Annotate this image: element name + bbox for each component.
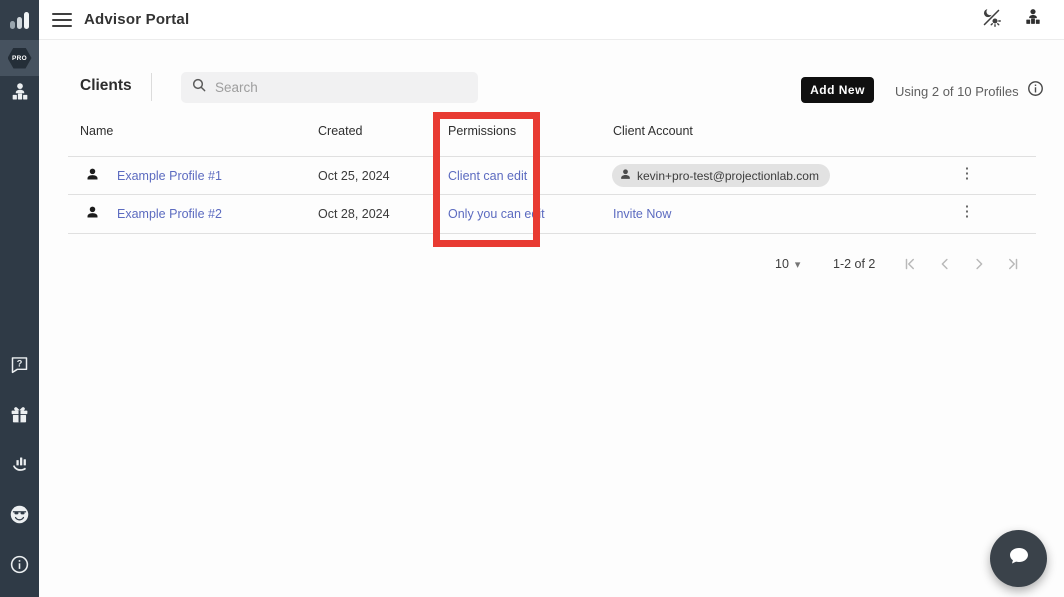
svg-text:?: ? xyxy=(17,358,23,368)
account-menu-button[interactable] xyxy=(1022,9,1044,31)
theme-light-dark-icon xyxy=(981,7,1002,33)
profile-name-link[interactable]: Example Profile #1 xyxy=(117,169,222,183)
profiles-usage: Using 2 of 10 Profiles xyxy=(895,80,1044,102)
main-content: Clients Add New Using 2 of 10 Profiles xyxy=(39,40,1064,597)
first-page-button[interactable] xyxy=(902,254,920,274)
profile-name-link[interactable]: Example Profile #2 xyxy=(117,207,222,221)
clients-heading: Clients xyxy=(80,77,132,95)
usage-text: Using 2 of 10 Profiles xyxy=(895,84,1019,99)
created-date: Oct 28, 2024 xyxy=(318,207,390,221)
table-divider xyxy=(68,233,1036,234)
next-page-button[interactable] xyxy=(970,254,988,274)
created-date: Oct 25, 2024 xyxy=(318,169,390,183)
advisor-portal-page: PRO ? xyxy=(0,0,1064,597)
heading-divider xyxy=(151,73,152,101)
page-title: Advisor Portal xyxy=(84,11,189,28)
sidebar-item-cool-face[interactable] xyxy=(0,496,39,532)
sidebar-item-clients[interactable] xyxy=(0,76,39,112)
sidebar: PRO ? xyxy=(0,0,39,597)
sidebar-bottom-group: ? xyxy=(0,346,39,597)
chat-fab-button[interactable] xyxy=(990,530,1047,587)
sidebar-item-gift[interactable] xyxy=(0,396,39,432)
profile-person-icon xyxy=(85,167,100,187)
column-header-client-account: Client Account xyxy=(613,124,693,138)
search-box xyxy=(181,72,478,103)
app-logo-icon[interactable] xyxy=(0,0,39,40)
client-account-chip[interactable]: kevin+pro-test@projectionlab.com xyxy=(612,164,830,187)
gift-icon xyxy=(9,404,30,425)
account-podium-icon xyxy=(1023,7,1043,32)
pagination-range: 1-2 of 2 xyxy=(833,254,875,274)
chat-question-icon: ? xyxy=(9,354,30,375)
rows-per-page-value: 10 xyxy=(775,257,789,271)
row-menu-kebab-icon[interactable]: ⋮ xyxy=(959,166,975,181)
profile-person-icon xyxy=(85,205,100,225)
search-icon xyxy=(191,77,207,98)
column-header-created: Created xyxy=(318,124,362,138)
invite-now-link[interactable]: Invite Now xyxy=(613,207,671,221)
chevron-down-icon: ▾ xyxy=(795,258,801,271)
table-divider xyxy=(68,194,1036,195)
sidebar-item-hand-chart[interactable] xyxy=(0,446,39,482)
info-icon xyxy=(9,554,30,575)
hand-chart-icon xyxy=(9,454,30,475)
permissions-link[interactable]: Only you can edit xyxy=(448,207,545,221)
rows-per-page-select[interactable]: 10 ▾ xyxy=(775,254,800,274)
bar-chart-logo xyxy=(10,12,29,29)
add-new-button[interactable]: Add New xyxy=(801,77,874,103)
chat-bubble-icon xyxy=(1007,544,1031,573)
pagination-bar: 10 ▾ 1-2 of 2 xyxy=(39,254,1036,274)
chip-person-icon xyxy=(619,168,632,184)
sidebar-item-help-chat[interactable]: ? xyxy=(0,346,39,382)
column-header-permissions: Permissions xyxy=(448,124,516,138)
pro-badge-icon: PRO xyxy=(8,48,32,69)
search-input[interactable] xyxy=(215,80,468,95)
client-email: kevin+pro-test@projectionlab.com xyxy=(637,169,819,183)
theme-toggle-button[interactable] xyxy=(980,9,1002,31)
table-divider xyxy=(68,156,1036,157)
row-menu-kebab-icon[interactable]: ⋮ xyxy=(959,204,975,219)
column-header-name: Name xyxy=(80,124,113,138)
hamburger-menu-button[interactable] xyxy=(52,13,72,27)
permissions-link[interactable]: Client can edit xyxy=(448,169,527,183)
last-page-button[interactable] xyxy=(1003,254,1021,274)
top-header: Advisor Portal xyxy=(39,0,1064,40)
sidebar-item-pro[interactable]: PRO xyxy=(0,40,39,76)
cool-face-icon xyxy=(9,504,30,525)
usage-info-icon[interactable] xyxy=(1027,80,1044,102)
header-actions xyxy=(980,9,1044,31)
previous-page-button[interactable] xyxy=(936,254,954,274)
person-podium-icon xyxy=(9,81,31,108)
sidebar-item-info[interactable] xyxy=(0,546,39,582)
